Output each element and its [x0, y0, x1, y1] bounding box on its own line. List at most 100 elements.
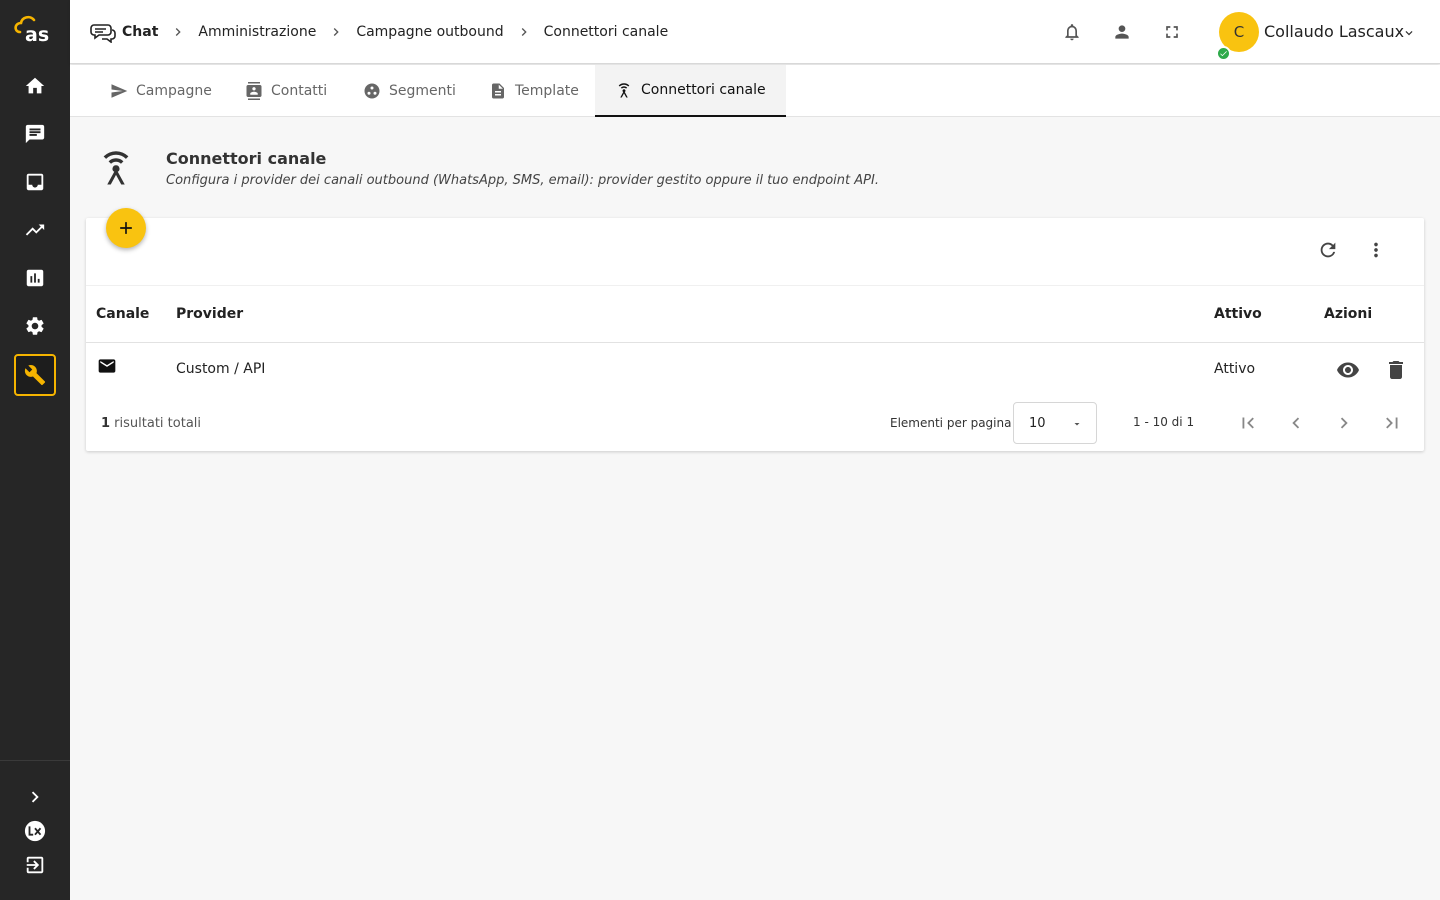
- column-header-attivo[interactable]: Attivo: [1214, 306, 1262, 322]
- avatar-initial: C: [1233, 23, 1245, 41]
- antenna-icon: [94, 146, 138, 188]
- row-provider: Custom / API: [176, 361, 266, 377]
- wrench-icon: [24, 365, 46, 386]
- tab-label: Segmenti: [389, 83, 456, 99]
- chevron-right-icon: [176, 28, 182, 36]
- brand-badge-icon: [24, 820, 46, 842]
- segments-icon: [364, 83, 380, 99]
- gear-icon: [26, 317, 44, 335]
- breadcrumb: Chat Amministrazione Campagne outbound C…: [90, 0, 668, 64]
- tab-label: Template: [515, 83, 579, 99]
- tab-template[interactable]: Template: [469, 65, 599, 117]
- total-results: 1 risultati totali: [101, 416, 201, 431]
- first-page-button[interactable]: [1236, 411, 1260, 435]
- row-active-status: Attivo: [1214, 361, 1256, 377]
- tab-contatti[interactable]: Contatti: [225, 65, 347, 117]
- email-icon: [96, 356, 118, 376]
- add-connector-button[interactable]: [106, 208, 146, 248]
- page-title: Connettori canale: [166, 149, 327, 168]
- column-header-provider[interactable]: Provider: [176, 306, 243, 322]
- table-header-divider: [86, 342, 1424, 343]
- sidebar-divider: [0, 760, 70, 761]
- dropdown-arrow-icon: [1074, 423, 1080, 426]
- antenna-icon: [618, 83, 630, 98]
- eye-icon: [1337, 362, 1359, 378]
- sidebar-item-home[interactable]: [14, 65, 56, 107]
- connectors-table-card: [86, 218, 1424, 451]
- tab-label: Campagne: [136, 83, 212, 99]
- logout-button[interactable]: [20, 850, 50, 880]
- user-name[interactable]: Collaudo Lascaux: [1264, 22, 1404, 41]
- bell-icon: [1065, 24, 1079, 41]
- last-page-icon: [1386, 417, 1398, 429]
- brand-badge[interactable]: [20, 816, 50, 846]
- inbox-icon: [26, 173, 44, 191]
- sidebar-item-chat[interactable]: [14, 113, 56, 155]
- breadcrumb-connettori-canale: Connettori canale: [543, 24, 669, 40]
- trash-icon: [1389, 361, 1403, 379]
- home-icon: [25, 77, 45, 94]
- sidebar: as: [0, 0, 70, 900]
- per-page-select[interactable]: 10: [1013, 402, 1097, 444]
- next-page-button[interactable]: [1332, 411, 1356, 435]
- tab-label: Contatti: [271, 83, 328, 99]
- logout-icon: [26, 856, 44, 874]
- last-page-button[interactable]: [1380, 411, 1404, 435]
- sidebar-item-analytics[interactable]: [14, 257, 56, 299]
- send-icon: [111, 84, 128, 98]
- per-page-label: Elementi per pagina: [890, 416, 1012, 430]
- chat-icon: [25, 124, 45, 144]
- chevron-right-icon: [1340, 417, 1348, 429]
- svg-text:as: as: [25, 24, 49, 44]
- analytics-icon: [26, 269, 44, 287]
- chevron-right-icon: [31, 791, 39, 803]
- chevron-left-icon: [1292, 417, 1300, 429]
- tab-campagne[interactable]: Campagne: [90, 65, 232, 117]
- page-range: 1 - 10 di 1: [1133, 415, 1195, 429]
- more-vertical-icon: [1374, 242, 1378, 258]
- sidebar-item-tools[interactable]: [14, 354, 56, 396]
- tab-bar: Campagne Contatti Segmenti Template Conn…: [70, 65, 1440, 117]
- contacts-icon: [246, 82, 262, 100]
- breadcrumb-chat[interactable]: Chat: [122, 24, 158, 40]
- breadcrumb-campagne-outbound[interactable]: Campagne outbound: [356, 24, 503, 40]
- more-options-button[interactable]: [1364, 238, 1388, 262]
- column-header-canale[interactable]: Canale: [96, 306, 149, 322]
- top-header: Chat Amministrazione Campagne outbound C…: [70, 0, 1440, 64]
- previous-page-button[interactable]: [1284, 411, 1308, 435]
- person-icon: [1115, 25, 1129, 39]
- refresh-button[interactable]: [1316, 238, 1340, 262]
- tab-connettori-canale[interactable]: Connettori canale: [595, 65, 786, 117]
- sidebar-item-trending[interactable]: [14, 209, 56, 251]
- page-subtitle: Configura i provider dei canali outbound…: [166, 173, 879, 188]
- profile-button[interactable]: [1112, 22, 1132, 42]
- chevron-down-icon[interactable]: [1402, 26, 1416, 40]
- fullscreen-button[interactable]: [1162, 22, 1182, 42]
- total-count: 1: [101, 416, 111, 431]
- tab-label: Connettori canale: [641, 82, 766, 98]
- sidebar-item-inbox[interactable]: [14, 161, 56, 203]
- presence-badge: [1216, 46, 1231, 61]
- fullscreen-icon: [1166, 26, 1178, 38]
- notifications-button[interactable]: [1062, 22, 1082, 42]
- chevron-right-icon: [334, 28, 339, 36]
- chat-bubbles-icon: [90, 24, 116, 43]
- check-icon: [1220, 51, 1227, 57]
- total-label: risultati totali: [110, 416, 202, 431]
- refresh-icon: [1320, 242, 1336, 258]
- column-header-azioni: Azioni: [1324, 306, 1373, 322]
- per-page-value: 10: [1029, 416, 1046, 431]
- toolbar-divider: [86, 285, 1424, 286]
- plus-icon: [120, 222, 132, 234]
- chevron-right-icon: [521, 28, 527, 36]
- view-button[interactable]: [1336, 358, 1360, 382]
- trending-up-icon: [25, 224, 45, 236]
- sidebar-item-settings[interactable]: [14, 305, 56, 347]
- app-logo[interactable]: as: [12, 14, 54, 46]
- document-icon: [492, 83, 504, 99]
- first-page-icon: [1242, 417, 1254, 429]
- sidebar-expand-button[interactable]: [20, 782, 50, 812]
- delete-button[interactable]: [1384, 358, 1408, 382]
- breadcrumb-amministrazione[interactable]: Amministrazione: [198, 24, 316, 40]
- tab-segmenti[interactable]: Segmenti: [343, 65, 476, 117]
